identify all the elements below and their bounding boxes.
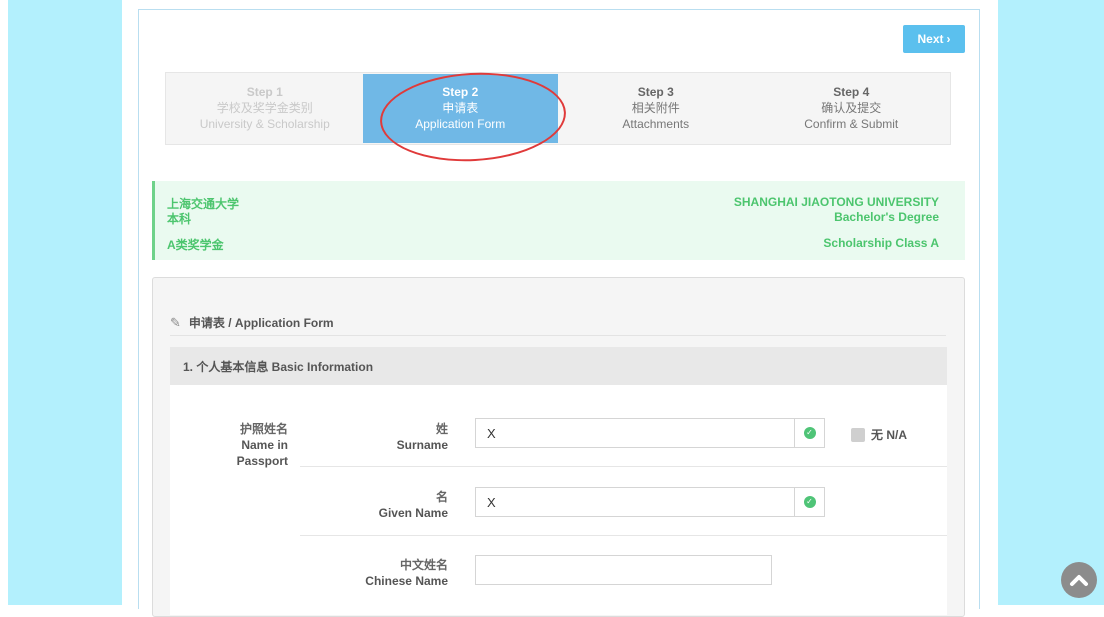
chevron-right-icon: › <box>946 32 951 46</box>
degree-en: Bachelor's Degree <box>834 210 939 224</box>
right-background <box>998 0 1104 605</box>
surname-label-en: Surname <box>396 438 448 452</box>
pencil-icon: ✎ <box>170 314 181 330</box>
checkbox-box[interactable] <box>851 427 865 442</box>
passport-name-label-en-1: Name in <box>241 438 288 452</box>
step-label-en: Confirm & Submit <box>804 117 899 131</box>
na-checkbox[interactable]: 无 N/A <box>851 426 907 443</box>
chinese-name-input[interactable] <box>475 555 772 585</box>
step-label-cn: 学校及奖学金类别 <box>216 101 313 115</box>
step-2[interactable]: Step 2 申请表 Application Form <box>362 74 558 143</box>
given-name-value: X <box>487 494 496 510</box>
step-label-cn: 确认及提交 <box>821 101 882 115</box>
surname-label: 姓 Surname <box>360 421 448 453</box>
chinese-name-label: 中文姓名 Chinese Name <box>350 557 448 589</box>
chinese-name-label-cn: 中文姓名 <box>399 558 448 572</box>
surname-valid-indicator: ✓ <box>795 418 825 448</box>
row-divider <box>300 535 947 536</box>
scholarship-en: Scholarship Class A <box>823 236 939 250</box>
surname-label-cn: 姓 <box>435 422 448 436</box>
step-label-cn: 申请表 <box>442 101 479 115</box>
next-button-label: Next <box>917 32 944 46</box>
step-title: Step 3 <box>637 85 674 99</box>
step-title: Step 1 <box>246 85 283 99</box>
degree-cn: 本科 <box>167 212 192 226</box>
given-name-label: 名 Given Name <box>360 489 448 521</box>
form-heading-text: 申请表 / Application Form <box>188 316 334 330</box>
scroll-to-top-button[interactable] <box>1061 562 1097 598</box>
step-title: Step 2 <box>442 85 479 99</box>
step-label-en: Application Form <box>415 117 506 131</box>
university-en: SHANGHAI JIAOTONG UNIVERSITY <box>733 195 939 209</box>
next-button[interactable]: Next › <box>903 25 965 53</box>
chevron-up-icon <box>1070 575 1088 586</box>
step-3[interactable]: Step 3 相关附件 Attachments <box>558 74 754 143</box>
selection-summary: 上海交通大学 本科 A类奖学金 SHANGHAI JIAOTONG UNIVER… <box>152 181 965 260</box>
check-circle-icon: ✓ <box>803 496 816 508</box>
row-divider <box>300 466 947 467</box>
given-name-label-cn: 名 <box>435 490 448 504</box>
section-header-basic-info[interactable]: 1. 个人基本信息 Basic Information <box>170 347 947 385</box>
given-name-label-en: Given Name <box>378 506 448 520</box>
step-4[interactable]: Step 4 确认及提交 Confirm & Submit <box>754 74 950 143</box>
surname-value: X <box>487 425 496 441</box>
scholarship-cn: A类奖学金 <box>167 238 224 252</box>
step-title: Step 4 <box>833 85 870 99</box>
check-circle-icon: ✓ <box>803 427 816 439</box>
step-1[interactable]: Step 1 学校及奖学金类别 University & Scholarship <box>167 74 363 143</box>
given-name-input[interactable]: X <box>475 487 795 517</box>
step-wizard: Step 1 学校及奖学金类别 University & Scholarship… <box>165 72 951 145</box>
chinese-name-label-en: Chinese Name <box>365 574 448 588</box>
surname-input[interactable]: X <box>475 418 795 448</box>
form-heading: ✎ 申请表 / Application Form <box>170 310 946 336</box>
na-label: 无 N/A <box>871 428 908 442</box>
passport-name-label: 护照姓名 Name in Passport <box>226 421 288 469</box>
passport-name-label-en-2: Passport <box>236 454 288 468</box>
left-background <box>8 0 122 605</box>
passport-name-label-cn: 护照姓名 <box>239 422 288 436</box>
step-label-en: Attachments <box>622 117 690 131</box>
section-title: 1. 个人基本信息 Basic Information <box>183 359 374 374</box>
step-label-cn: 相关附件 <box>631 101 680 115</box>
given-name-valid-indicator: ✓ <box>795 487 825 517</box>
step-label-en: University & Scholarship <box>199 117 330 131</box>
left-edge <box>0 0 8 605</box>
